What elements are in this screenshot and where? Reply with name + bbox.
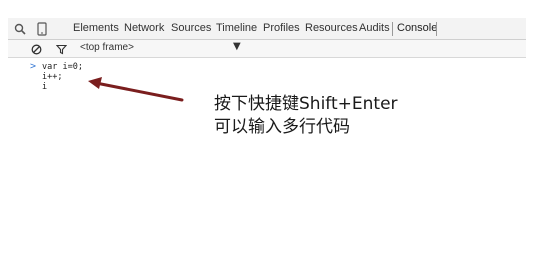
tab-sources[interactable]: Sources [171,22,211,35]
tab-profiles[interactable]: Profiles [263,22,300,35]
filter-icon[interactable] [53,41,69,57]
search-icon[interactable] [12,21,28,37]
annotation-line-2: 可以输入多行代码 [214,117,350,137]
device-mode-icon[interactable] [34,21,50,37]
tab-resources[interactable]: Resources [305,22,358,35]
console-line: var i=0; [42,62,83,72]
clear-console-icon[interactable] [28,41,44,57]
tab-network[interactable]: Network [124,22,164,35]
console-line: i++; [42,72,63,82]
console-line: i [42,82,48,92]
devtools-window: Elements Network Sources Timeline Profil… [0,0,544,268]
console-toolbar: <top frame> ▼ [8,40,526,58]
tab-divider [392,22,393,36]
tab-divider [436,22,437,36]
prompt-chevron-icon: > [30,61,37,72]
panel-tab-bar: Elements Network Sources Timeline Profil… [8,18,526,40]
tab-console[interactable]: Console [397,22,437,35]
console-input-area[interactable]: var i=0; i++; i [42,62,83,92]
frame-selector[interactable]: <top frame> [80,42,134,53]
dropdown-caret-icon[interactable]: ▼ [233,41,241,52]
annotation-text: 按下快捷键Shift+Enter 可以输入多行代码 [214,93,398,139]
annotation-line-1: 按下快捷键Shift+Enter [214,94,398,114]
tab-timeline[interactable]: Timeline [216,22,257,35]
tab-audits[interactable]: Audits [359,22,390,35]
annotation-arrow-icon [88,77,184,102]
tab-elements[interactable]: Elements [73,22,119,35]
